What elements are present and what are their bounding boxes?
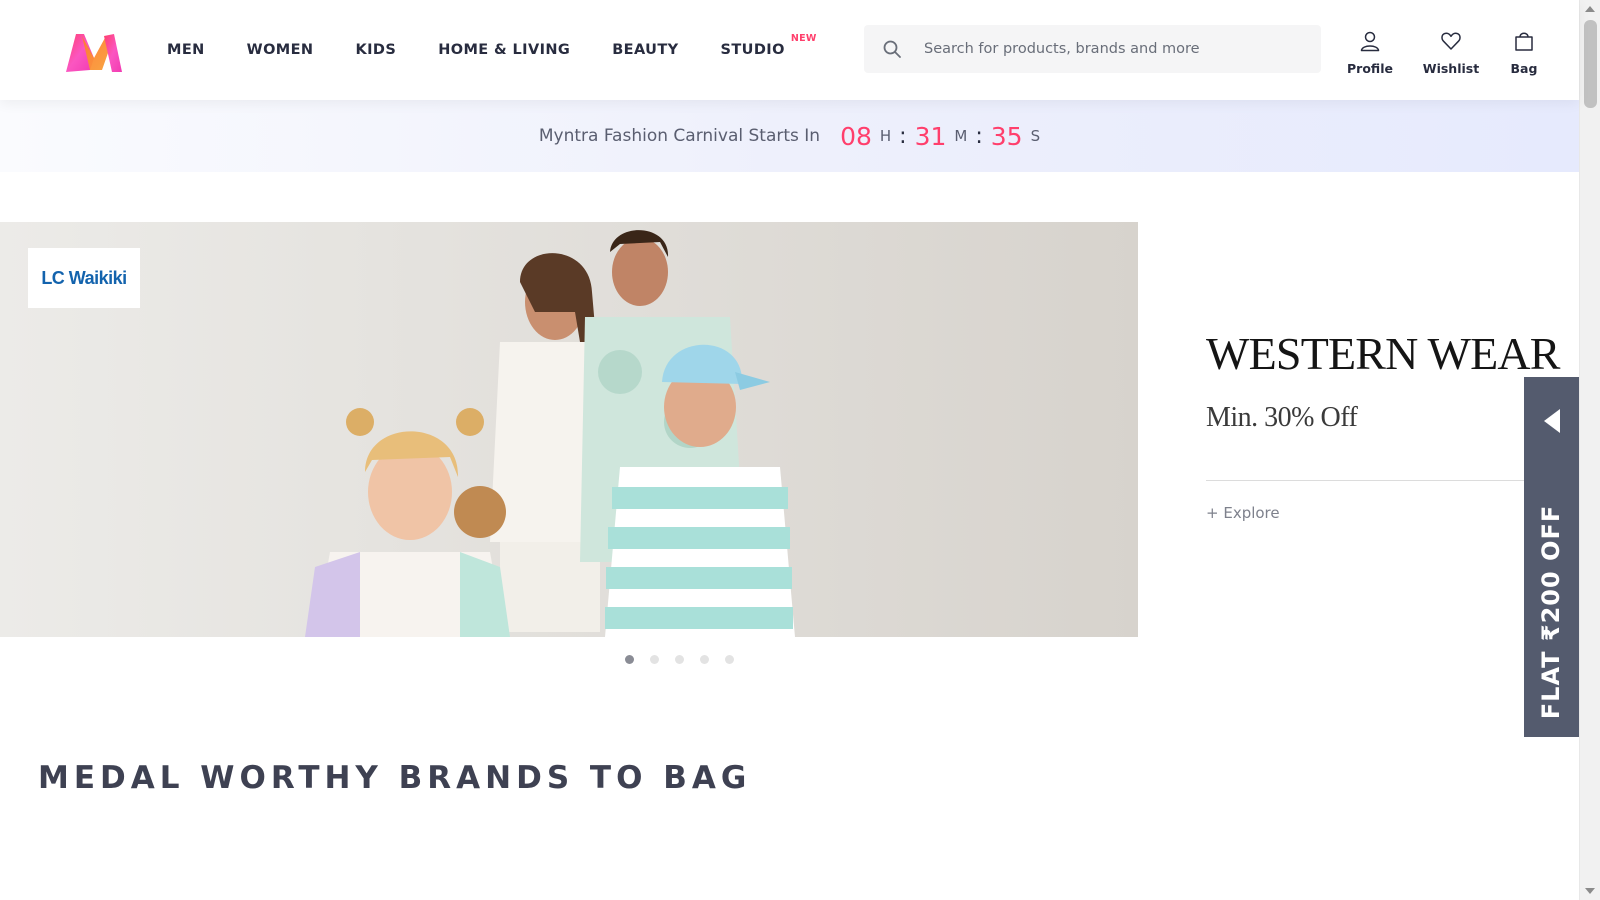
carousel-dots: [0, 655, 1138, 664]
hero-offer-panel: WESTERN WEAR Min. 30% Off + Explore: [1138, 222, 1560, 637]
carousel-dot[interactable]: [724, 655, 734, 664]
nav-item-beauty[interactable]: BEAUTY: [612, 42, 678, 58]
countdown-seconds-unit: S: [1030, 127, 1041, 145]
hero-banner-image[interactable]: LC Waikiki: [0, 222, 1138, 637]
scrollbar-thumb[interactable]: [1584, 20, 1597, 108]
countdown-seconds: 35: [990, 121, 1023, 151]
nav-item-studio[interactable]: STUDIO NEW: [721, 33, 817, 58]
countdown-separator: :: [975, 123, 983, 149]
search-input[interactable]: [916, 25, 1321, 73]
nav-item-home-living[interactable]: HOME & LIVING: [438, 42, 570, 58]
search-bar: [864, 25, 1321, 73]
search-icon[interactable]: [868, 25, 916, 73]
wishlist-button[interactable]: Wishlist: [1416, 30, 1486, 76]
carousel-dot[interactable]: [649, 655, 659, 664]
nav-item-men[interactable]: MEN: [167, 42, 205, 58]
triangle-left-icon: [1544, 409, 1560, 433]
carousel-dot[interactable]: [624, 655, 634, 664]
heart-icon: [1440, 30, 1462, 57]
wishlist-label: Wishlist: [1422, 61, 1480, 76]
carousel-dot[interactable]: [674, 655, 684, 664]
countdown-text: Myntra Fashion Carnival Starts In: [538, 126, 821, 146]
countdown-minutes-unit: M: [954, 127, 968, 145]
site-header: MEN WOMEN KIDS HOME & LIVING BEAUTY STUD…: [0, 0, 1579, 100]
countdown-separator: :: [899, 123, 907, 149]
explore-link[interactable]: + Explore: [1206, 504, 1280, 522]
hero-title: WESTERN WEAR: [1206, 328, 1560, 379]
new-badge: NEW: [790, 33, 817, 44]
countdown-minutes: 31: [914, 121, 947, 151]
user-icon: [1359, 30, 1381, 57]
nav-item-women[interactable]: WOMEN: [247, 42, 314, 58]
scroll-down-icon[interactable]: [1585, 888, 1595, 894]
carousel-dot[interactable]: [699, 655, 709, 664]
profile-button[interactable]: Profile: [1340, 30, 1400, 76]
main-nav: MEN WOMEN KIDS HOME & LIVING BEAUTY STUD…: [167, 0, 827, 100]
bag-label: Bag: [1510, 61, 1538, 76]
bag-icon: [1513, 30, 1535, 57]
countdown-hours: 08: [840, 121, 872, 151]
flat-offer-tab[interactable]: FLAT ₹200 OFF: [1524, 377, 1579, 737]
scrollbar[interactable]: [1579, 0, 1600, 900]
myntra-logo[interactable]: [62, 28, 126, 76]
profile-label: Profile: [1347, 61, 1393, 76]
scroll-up-icon[interactable]: [1585, 6, 1595, 12]
bag-button[interactable]: Bag: [1504, 30, 1544, 76]
header-actions: Profile Wishlist Bag: [1340, 30, 1544, 76]
carnival-countdown-banner[interactable]: Myntra Fashion Carnival Starts In 08 H :…: [0, 100, 1579, 172]
family-photo: [0, 222, 1138, 637]
flat-offer-text: FLAT ₹200 OFF: [1537, 504, 1565, 720]
brand-logo-text: LC Waikiki: [41, 267, 127, 288]
brand-logo-badge: LC Waikiki: [28, 248, 140, 308]
countdown-hours-unit: H: [879, 127, 892, 145]
section-title: MEDAL WORTHY BRANDS TO BAG: [38, 760, 752, 796]
hero-subtitle: Min. 30% Off: [1206, 402, 1358, 433]
nav-item-kids[interactable]: KIDS: [355, 42, 396, 58]
divider: [1206, 480, 1546, 481]
